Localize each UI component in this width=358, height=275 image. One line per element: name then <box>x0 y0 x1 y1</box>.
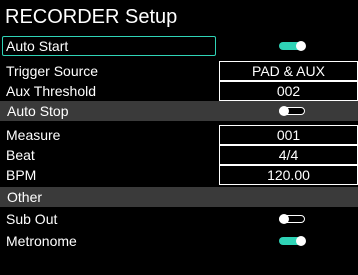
bpm-value[interactable]: 120.00 <box>219 165 358 185</box>
aux-threshold-label: Aux Threshold <box>6 83 97 99</box>
aux-threshold-row[interactable]: Aux Threshold 002 <box>0 81 358 101</box>
trigger-source-row[interactable]: Trigger Source PAD & AUX <box>0 61 358 81</box>
trigger-source-label: Trigger Source <box>6 63 99 79</box>
sub-out-toggle[interactable] <box>279 214 305 224</box>
sub-out-label: Sub Out <box>6 211 58 227</box>
measure-label: Measure <box>6 127 61 143</box>
auto-start-label: Auto Start <box>6 38 69 54</box>
beat-label: Beat <box>6 147 35 163</box>
metronome-row[interactable]: Metronome <box>0 231 358 251</box>
screen-title: RECORDER Setup <box>5 6 178 28</box>
other-section-header: Other <box>0 187 358 207</box>
measure-value[interactable]: 001 <box>219 125 358 145</box>
toggle-knob <box>279 106 289 116</box>
metronome-label: Metronome <box>6 233 77 249</box>
metronome-toggle[interactable] <box>279 236 306 246</box>
bpm-row[interactable]: BPM 120.00 <box>0 165 358 185</box>
bpm-label: BPM <box>6 167 37 183</box>
trigger-source-value[interactable]: PAD & AUX <box>219 61 358 81</box>
auto-stop-toggle[interactable] <box>279 106 305 116</box>
auto-start-row[interactable]: Auto Start <box>0 36 358 56</box>
beat-value[interactable]: 4/4 <box>219 145 358 165</box>
toggle-knob <box>279 214 289 224</box>
other-label: Other <box>7 189 43 205</box>
measure-row[interactable]: Measure 001 <box>0 125 358 145</box>
auto-start-toggle[interactable] <box>279 41 306 51</box>
auto-stop-label: Auto Stop <box>7 103 69 119</box>
toggle-knob <box>296 236 306 246</box>
auto-stop-row[interactable]: Auto Stop <box>0 101 358 121</box>
aux-threshold-value[interactable]: 002 <box>219 81 358 101</box>
toggle-knob <box>296 41 306 51</box>
beat-row[interactable]: Beat 4/4 <box>0 145 358 165</box>
sub-out-row[interactable]: Sub Out <box>0 209 358 229</box>
